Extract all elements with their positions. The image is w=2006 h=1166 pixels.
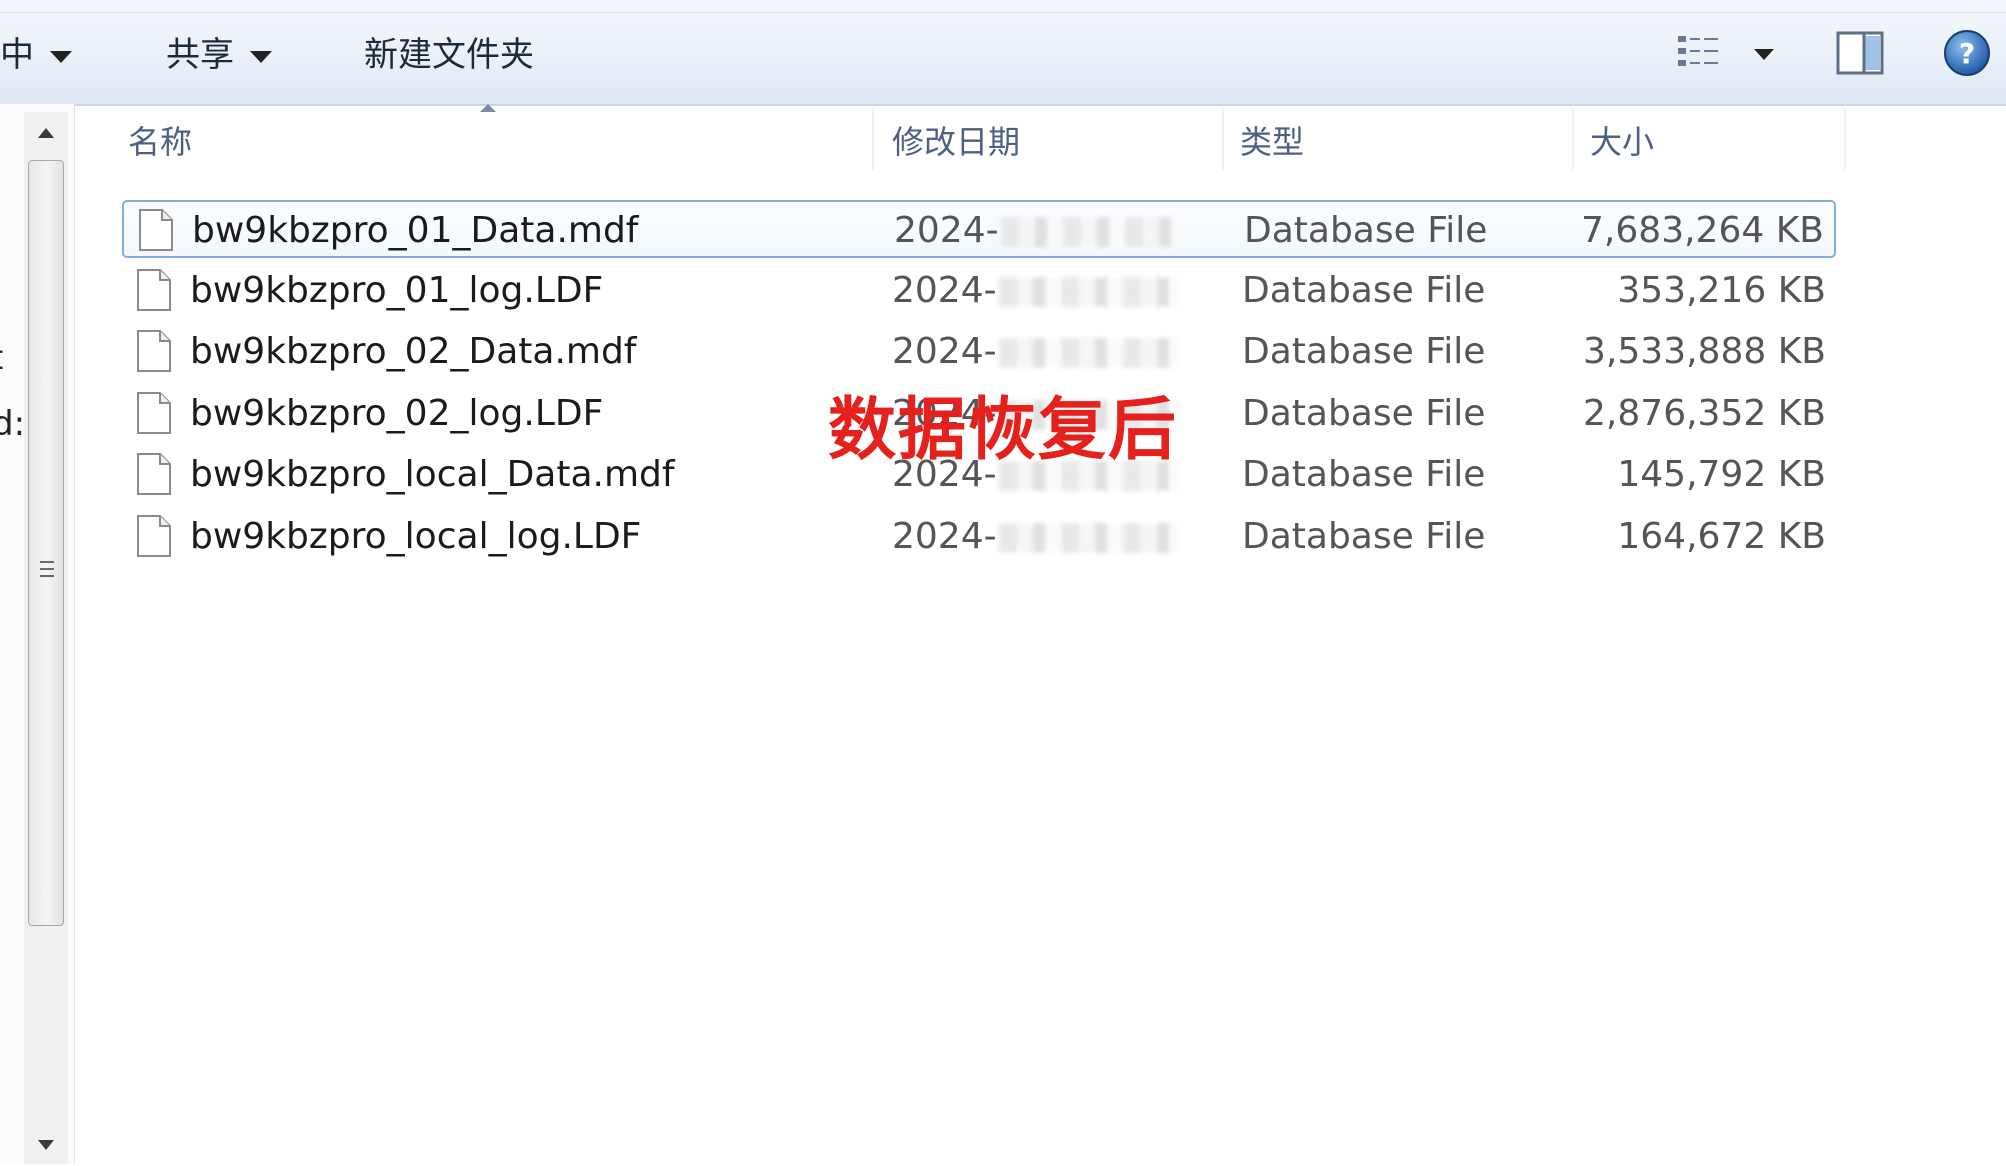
view-options-dropdown-icon[interactable] — [1752, 46, 1776, 60]
file-type: Database File — [1242, 454, 1486, 495]
column-divider[interactable] — [872, 108, 874, 170]
redacted-date — [998, 523, 1181, 553]
file-name[interactable]: bw9kbzpro_local_log.LDF — [190, 508, 641, 566]
file-icon — [136, 452, 172, 496]
column-divider[interactable] — [1222, 108, 1224, 170]
new-folder-button[interactable]: 新建文件夹 — [364, 30, 534, 80]
file-date-text: 2024- — [894, 210, 999, 251]
redacted-date — [998, 277, 1181, 307]
column-header-modified[interactable]: 修改日期 — [892, 116, 1020, 168]
file-size: 3,533,888 KB — [1583, 331, 1826, 372]
scroll-down-icon[interactable] — [24, 1128, 68, 1162]
redacted-date — [998, 338, 1181, 368]
include-in-library-button[interactable]: 中 — [0, 30, 72, 80]
file-name[interactable]: bw9kbzpro_02_Data.mdf — [190, 323, 636, 381]
file-size: 164,672 KB — [1617, 516, 1826, 557]
svg-text:?: ? — [1959, 37, 1975, 70]
scroll-up-icon[interactable] — [24, 116, 68, 150]
file-size: 353,216 KB — [1617, 270, 1826, 311]
column-divider[interactable] — [1572, 108, 1574, 170]
file-type: Database File — [1242, 393, 1486, 434]
file-date-text: 2024- — [892, 516, 997, 557]
share-button[interactable]: 共享 — [166, 30, 272, 80]
file-type: Database File — [1242, 331, 1486, 372]
file-icon — [136, 329, 172, 373]
scrollbar-thumb[interactable] — [28, 160, 64, 926]
file-row[interactable]: bw9kbzpro_01_log.LDF 2024- Database File 35… — [122, 262, 1836, 320]
column-header-name[interactable]: 名称 — [128, 116, 192, 168]
overlay-caption: 数据恢复后 — [828, 391, 1179, 470]
command-bar: 中 共享 新建文件夹 ? — [0, 0, 2006, 106]
address-bar-edge — [0, 0, 2006, 13]
file-icon — [138, 208, 174, 252]
file-name[interactable]: bw9kbzpro_01_Data.mdf — [192, 202, 638, 260]
view-options-icon[interactable] — [1676, 32, 1722, 72]
nav-item-cut-text[interactable]: t — [0, 338, 3, 378]
scrollbar-grip-icon — [40, 561, 54, 577]
file-type: Database File — [1244, 210, 1488, 251]
file-icon — [136, 268, 172, 312]
help-icon[interactable]: ? — [1942, 28, 1992, 78]
file-date-text: 2024- — [892, 270, 997, 311]
file-row[interactable]: bw9kbzpro_local_log.LDF 2024- Database Fil… — [122, 508, 1836, 566]
new-folder-label: 新建文件夹 — [364, 35, 534, 75]
share-label: 共享 — [166, 35, 234, 75]
file-size: 7,683,264 KB — [1581, 210, 1824, 251]
file-size: 2,876,352 KB — [1583, 393, 1826, 434]
preview-pane-icon[interactable] — [1836, 30, 1886, 76]
column-divider[interactable] — [1844, 108, 1846, 170]
file-icon — [136, 391, 172, 435]
sort-ascending-icon — [480, 104, 496, 112]
file-row[interactable]: bw9kbzpro_02_Data.mdf 2024- Database File 3… — [122, 323, 1836, 381]
file-modified-date: 2024- — [892, 323, 1181, 381]
file-name[interactable]: bw9kbzpro_02_log.LDF — [190, 385, 603, 443]
file-date-text: 2024- — [892, 331, 997, 372]
chevron-down-icon — [50, 50, 72, 63]
file-modified-date: 2024- — [894, 202, 1183, 260]
file-type: Database File — [1242, 270, 1486, 311]
nav-item-cut-text[interactable]: d: — [0, 404, 25, 444]
file-row[interactable]: bw9kbzpro_01_Data.mdf 2024- Database File 7… — [122, 200, 1836, 258]
file-size: 145,792 KB — [1617, 454, 1826, 495]
file-name[interactable]: bw9kbzpro_01_log.LDF — [190, 262, 603, 320]
column-header-type[interactable]: 类型 — [1240, 116, 1304, 168]
include-in-library-label: 中 — [0, 35, 34, 75]
file-modified-date: 2024- — [892, 508, 1181, 566]
navigation-scrollbar[interactable] — [24, 112, 68, 1164]
file-modified-date: 2024- — [892, 262, 1181, 320]
redacted-date — [1000, 217, 1183, 247]
chevron-down-icon — [250, 50, 272, 63]
column-header-size[interactable]: 大小 — [1590, 116, 1654, 168]
file-icon — [136, 514, 172, 558]
file-type: Database File — [1242, 516, 1486, 557]
file-name[interactable]: bw9kbzpro_local_Data.mdf — [190, 446, 675, 504]
